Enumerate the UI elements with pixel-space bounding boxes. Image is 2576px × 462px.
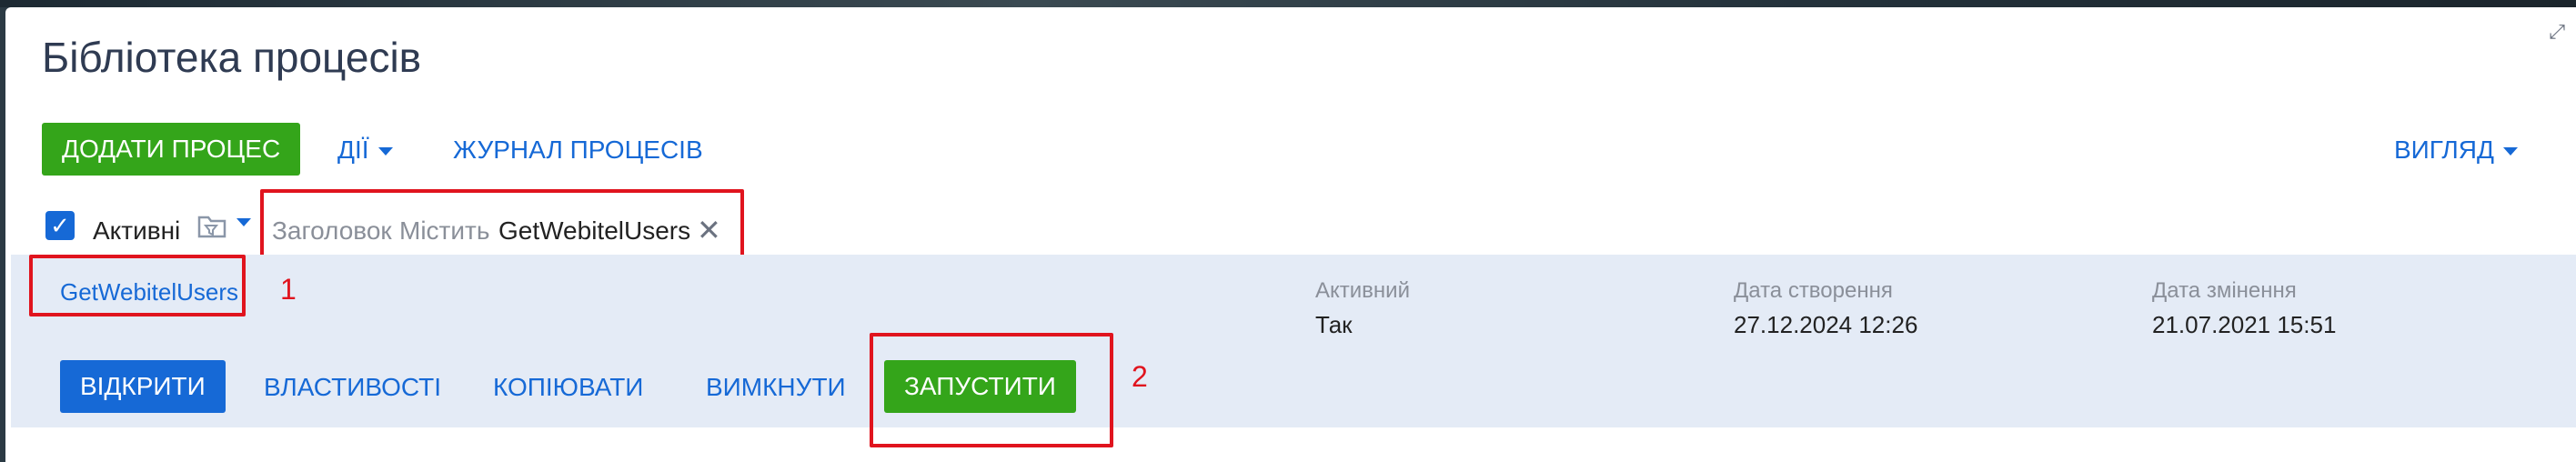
- filter-tag-value: GetWebitelUsers: [498, 216, 691, 245]
- active-checkbox[interactable]: ✓: [45, 211, 75, 240]
- highlight-run-button: [870, 333, 1113, 447]
- column-header-active: Активний: [1315, 278, 1410, 303]
- close-icon[interactable]: ✕: [697, 213, 721, 247]
- view-menu[interactable]: ВИГЛЯД: [2394, 136, 2518, 165]
- desktop-strip: [0, 0, 2576, 7]
- column-value-active: Так: [1315, 311, 1353, 338]
- chevron-down-icon: [377, 147, 393, 156]
- toolbar: ДОДАТИ ПРОЦЕС ДІЇ ЖУРНАЛ ПРОЦЕСІВ ВИГЛЯД: [42, 123, 2561, 177]
- column-header-created: Дата створення: [1734, 278, 1893, 303]
- process-library-window: ⤢ Бібліотека процесів ДОДАТИ ПРОЦЕС ДІЇ …: [5, 7, 2576, 462]
- disable-button[interactable]: ВИМКНУТИ: [706, 373, 846, 402]
- filter-tag-operator: Містить: [399, 216, 490, 245]
- check-icon: ✓: [50, 212, 70, 239]
- actions-menu[interactable]: ДІЇ: [337, 136, 393, 165]
- column-header-modified: Дата змінення: [2152, 278, 2297, 303]
- page-title: Бібліотека процесів: [42, 34, 422, 81]
- add-process-button[interactable]: ДОДАТИ ПРОЦЕС: [42, 123, 301, 176]
- column-value-modified: 21.07.2021 15:51: [2152, 311, 2337, 338]
- annotation-number-2: 2: [1132, 360, 1148, 393]
- chevron-down-icon: [236, 218, 251, 227]
- actions-menu-label: ДІЇ: [337, 136, 369, 164]
- chevron-down-icon: [2502, 147, 2518, 156]
- filter-folder-icon[interactable]: [196, 213, 227, 247]
- filter-tag-field: Заголовок: [272, 216, 392, 245]
- filter-bar: ✓ Активні Заголовок Містить GetWebitelUs…: [42, 189, 770, 262]
- process-row[interactable]: GetWebitelUsers 1 Активний Так Дата ство…: [11, 255, 2576, 447]
- expand-icon[interactable]: ⤢: [2549, 20, 2565, 44]
- copy-button[interactable]: КОПІЮВАТИ: [493, 373, 643, 402]
- active-filter-label: Активні: [93, 216, 181, 245]
- open-button[interactable]: ВІДКРИТИ: [60, 360, 226, 413]
- properties-button[interactable]: ВЛАСТИВОСТІ: [264, 373, 441, 402]
- row-actions: ВІДКРИТИ ВЛАСТИВОСТІ КОПІЮВАТИ ВИМКНУТИ …: [11, 333, 2576, 447]
- filter-dropdown[interactable]: [236, 215, 251, 231]
- view-menu-label: ВИГЛЯД: [2394, 136, 2494, 164]
- process-log-link[interactable]: ЖУРНАЛ ПРОЦЕСІВ: [453, 136, 703, 165]
- annotation-number-1: 1: [280, 273, 297, 306]
- highlight-process-name: [29, 255, 246, 316]
- column-value-created: 27.12.2024 12:26: [1734, 311, 1918, 338]
